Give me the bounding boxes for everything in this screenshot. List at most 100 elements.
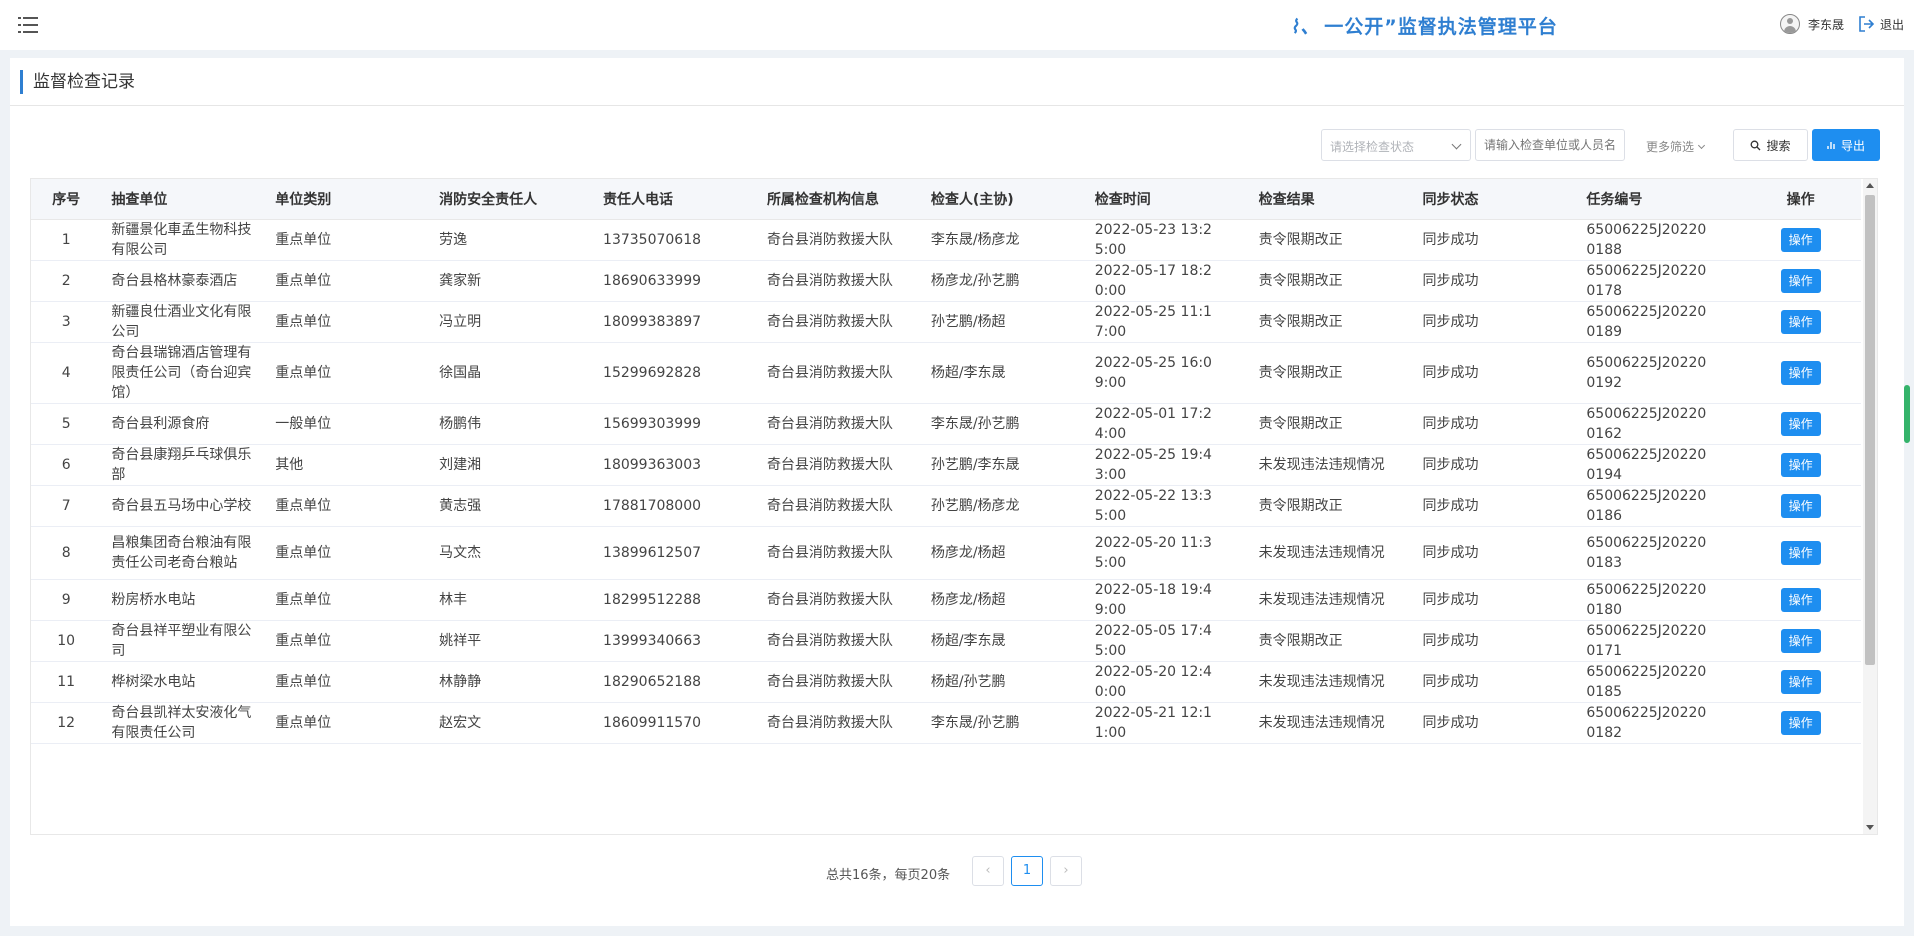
cell-result: 责令限期改正	[1248, 260, 1413, 302]
chevron-down-icon	[1451, 139, 1462, 150]
cell-unit: 昌粮集团奇台粮油有限责任公司老奇台粮站	[101, 526, 266, 580]
table-row: 1 新疆景化車孟生物科技有限公司 重点单位 劳逸 13735070618 奇台县消防救援大…	[31, 219, 1861, 261]
cell-inspector: 杨彦龙/杨超	[920, 526, 1085, 580]
export-button-label: 导出	[1840, 138, 1865, 153]
cell-index: 8	[31, 526, 102, 580]
cell-result: 责令限期改正	[1248, 219, 1413, 261]
row-action-button[interactable]: 操作	[1780, 710, 1821, 735]
scroll-down-arrow-icon[interactable]	[1866, 825, 1874, 830]
cell-org: 奇台县消防救援大队	[756, 403, 921, 445]
cell-op: 操作	[1740, 444, 1861, 486]
page-title: 监督检查记录	[20, 70, 135, 94]
cell-task: 65006225J202200188	[1576, 219, 1741, 261]
column-header-person: 消防安全责任人	[429, 179, 594, 220]
more-filters-button[interactable]: 更多筛选	[1646, 138, 1706, 155]
cell-phone: 13899612507	[593, 526, 757, 580]
cell-op: 操作	[1740, 485, 1861, 527]
cell-op: 操作	[1740, 620, 1861, 662]
row-action-button[interactable]: 操作	[1780, 628, 1821, 653]
cell-phone: 18290652188	[593, 661, 757, 703]
export-button[interactable]: 导出	[1812, 129, 1880, 161]
cell-result: 责令限期改正	[1248, 620, 1413, 662]
next-page-button[interactable]: ›	[1050, 856, 1082, 886]
cell-index: 4	[31, 342, 102, 404]
cell-sync: 同步成功	[1412, 526, 1577, 580]
logout-button[interactable]: 退出	[1858, 15, 1904, 33]
cell-person: 黄志强	[429, 485, 594, 527]
cell-phone: 18690633999	[593, 260, 757, 302]
cell-index: 3	[31, 301, 102, 343]
cell-time: 2022-05-20 12:40:00	[1084, 661, 1249, 703]
column-header-result: 检查结果	[1248, 179, 1413, 220]
table-scrollbar[interactable]	[1863, 179, 1877, 834]
row-action-button[interactable]: 操作	[1780, 411, 1821, 436]
table-row: 2 奇台县格林豪泰酒店 重点单位 龚家新 18690633999 奇台县消防救援大队 杨彦龙…	[31, 260, 1861, 302]
table-row: 8 昌粮集团奇台粮油有限责任公司老奇台粮站 重点单位 马文杰 13899612507 奇台…	[31, 526, 1861, 580]
cell-result: 责令限期改正	[1248, 485, 1413, 527]
cell-org: 奇台县消防救援大队	[756, 301, 921, 343]
cell-org: 奇台县消防救援大队	[756, 260, 921, 302]
table-row: 6 奇台县康翔乒乓球俱乐部 其他 刘建湘 18099363003 奇台县消防救援大队 孙艺鹏…	[31, 444, 1861, 486]
pagination: 总共16条，每页20条 ‹ 1 ›	[10, 856, 1904, 888]
user-avatar-icon[interactable]	[1779, 14, 1800, 34]
row-action-button[interactable]: 操作	[1780, 493, 1821, 518]
cell-time: 2022-05-01 17:24:00	[1084, 403, 1249, 445]
cell-unit: 新疆良仕酒业文化有限公司	[101, 301, 266, 343]
username[interactable]: 李东晟	[1808, 16, 1844, 33]
row-action-button[interactable]: 操作	[1780, 360, 1821, 385]
column-header-unit: 抽查单位	[101, 179, 266, 220]
row-action-button[interactable]: 操作	[1780, 227, 1821, 252]
row-action-button[interactable]: 操作	[1780, 540, 1821, 565]
cell-result: 责令限期改正	[1248, 403, 1413, 445]
table-row: 10 奇台县祥平塑业有限公司 重点单位 姚祥平 13999340663 奇台县消防救援大队…	[31, 620, 1861, 662]
status-select[interactable]: 请选择检查状态	[1321, 129, 1471, 161]
cell-person: 林丰	[429, 579, 594, 621]
brand-title-text: 一公开”监督执法管理平台	[1324, 16, 1558, 38]
pagination-summary: 总共16条，每页20条	[826, 868, 951, 883]
cell-index: 7	[31, 485, 102, 527]
page-scroll-indicator[interactable]	[1904, 385, 1910, 443]
table-row: 4 奇台县瑞锦酒店管理有限责任公司（奇台迎宾馆） 重点单位 徐国晶 1529969282…	[31, 342, 1861, 404]
cell-task: 65006225J202200180	[1576, 579, 1741, 621]
cell-category: 重点单位	[265, 702, 430, 744]
cell-index: 2	[31, 260, 102, 302]
prev-page-button[interactable]: ‹	[972, 856, 1004, 886]
cell-index: 10	[31, 620, 102, 662]
user-area: 李东晟 退出	[1779, 14, 1904, 34]
cell-phone: 18099363003	[593, 444, 757, 486]
cell-category: 重点单位	[265, 301, 430, 343]
scrollbar-thumb[interactable]	[1865, 195, 1875, 665]
cell-person: 赵宏文	[429, 702, 594, 744]
row-action-button[interactable]: 操作	[1780, 587, 1821, 612]
cell-sync: 同步成功	[1412, 702, 1577, 744]
table-row: 9 粉房桥水电站 重点单位 林丰 18299512288 奇台县消防救援大队 杨彦龙/杨超 2…	[31, 579, 1861, 621]
row-action-button[interactable]: 操作	[1780, 452, 1821, 477]
search-icon	[1751, 140, 1761, 150]
row-action-button[interactable]: 操作	[1780, 309, 1821, 334]
cell-phone: 18299512288	[593, 579, 757, 621]
cell-task: 65006225J202200192	[1576, 342, 1741, 404]
cell-inspector: 李东晟/孙艺鹏	[920, 403, 1085, 445]
search-input[interactable]	[1475, 129, 1625, 161]
status-select-placeholder: 请选择检查状态	[1330, 140, 1415, 154]
cell-sync: 同步成功	[1412, 301, 1577, 343]
scroll-up-arrow-icon[interactable]	[1866, 183, 1874, 188]
table-row: 3 新疆良仕酒业文化有限公司 重点单位 冯立明 18099383897 奇台县消防救援大队…	[31, 301, 1861, 343]
cell-unit: 奇台县格林豪泰酒店	[101, 260, 266, 302]
column-header-inspector: 检查人(主协)	[920, 179, 1085, 220]
cell-result: 责令限期改正	[1248, 342, 1413, 404]
row-action-button[interactable]: 操作	[1780, 669, 1821, 694]
brand-logo-mark: ⌇、	[1290, 16, 1321, 38]
cell-sync: 同步成功	[1412, 260, 1577, 302]
cell-sync: 同步成功	[1412, 661, 1577, 703]
cell-task: 65006225J202200162	[1576, 403, 1741, 445]
page-number-button[interactable]: 1	[1011, 856, 1043, 886]
cell-category: 重点单位	[265, 342, 430, 404]
row-action-button[interactable]: 操作	[1780, 268, 1821, 293]
cell-inspector: 杨彦龙/杨超	[920, 579, 1085, 621]
cell-org: 奇台县消防救援大队	[756, 579, 921, 621]
search-button[interactable]: 搜索	[1733, 129, 1808, 161]
column-header-index: 序号	[31, 179, 102, 220]
cell-phone: 17881708000	[593, 485, 757, 527]
menu-icon[interactable]	[18, 16, 38, 34]
